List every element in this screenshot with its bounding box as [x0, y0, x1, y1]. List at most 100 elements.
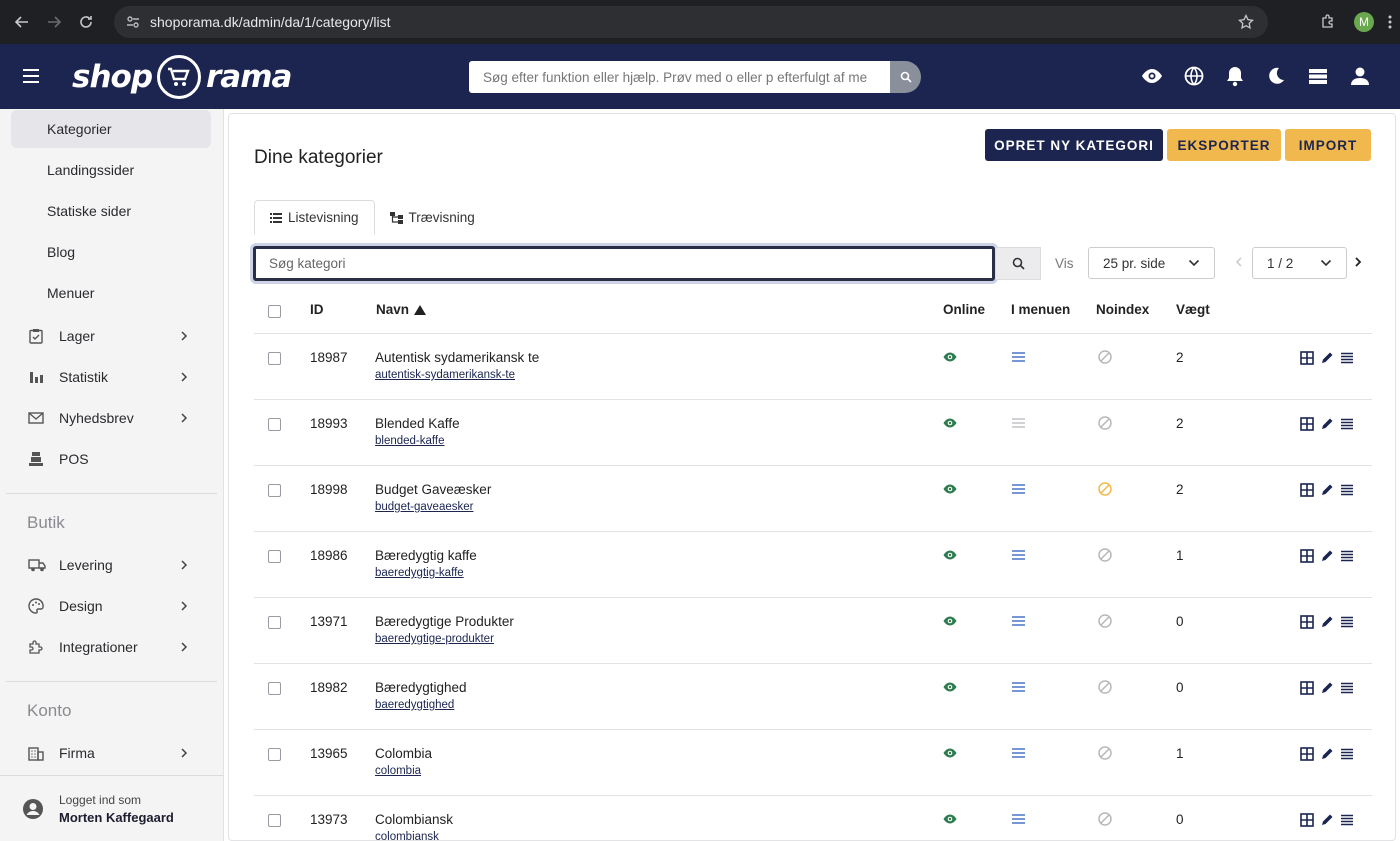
menu-lines-icon[interactable]	[1012, 682, 1025, 692]
noindex-block-icon[interactable]	[1098, 548, 1112, 562]
dark-mode-icon[interactable]	[1266, 65, 1286, 87]
row-slug-link[interactable]: baeredygtige-produkter	[375, 633, 494, 645]
row-slug-link[interactable]: colombia	[375, 765, 421, 777]
noindex-block-icon[interactable]	[1098, 614, 1112, 628]
grid-icon[interactable]	[1300, 813, 1314, 827]
sidebar-item-nyhedsbrev[interactable]: Nyhedsbrev	[0, 397, 223, 438]
noindex-block-icon[interactable]	[1098, 812, 1112, 826]
hamburger-menu-icon[interactable]	[20, 64, 42, 88]
sidebar-item-levering[interactable]: Levering	[0, 544, 223, 585]
row-checkbox[interactable]	[268, 352, 281, 365]
sidebar-item-landingssider[interactable]: Landingssider	[11, 151, 211, 189]
sidebar-item-pos[interactable]: POS	[0, 438, 223, 479]
sidebar-item-lager[interactable]: Lager	[0, 315, 223, 356]
edit-pencil-icon[interactable]	[1320, 615, 1334, 629]
row-checkbox[interactable]	[268, 484, 281, 497]
row-slug-link[interactable]: autentisk-sydamerikansk-te	[375, 369, 515, 381]
grid-icon[interactable]	[1300, 351, 1314, 365]
online-eye-icon[interactable]	[943, 813, 957, 825]
row-name[interactable]: Colombia	[375, 746, 432, 761]
header-noindex[interactable]: Noindex	[1096, 302, 1149, 317]
edit-pencil-icon[interactable]	[1320, 483, 1334, 497]
grid-icon[interactable]	[1300, 483, 1314, 497]
noindex-block-icon[interactable]	[1098, 746, 1112, 760]
sidebar-item-statistik[interactable]: Statistik	[0, 356, 223, 397]
reorder-lines-icon[interactable]	[1340, 681, 1354, 695]
edit-pencil-icon[interactable]	[1320, 813, 1334, 827]
per-page-select[interactable]: 25 pr. side	[1088, 247, 1215, 279]
row-checkbox[interactable]	[268, 748, 281, 761]
row-name[interactable]: Budget Gaveæsker	[375, 482, 491, 497]
menu-lines-icon[interactable]	[1012, 418, 1025, 428]
row-slug-link[interactable]: budget-gaveaesker	[375, 501, 473, 513]
menu-lines-icon[interactable]	[1012, 550, 1025, 560]
row-name[interactable]: Bæredygtighed	[375, 680, 467, 695]
header-menu[interactable]: I menuen	[1011, 302, 1070, 317]
reorder-lines-icon[interactable]	[1340, 351, 1354, 365]
sidebar-item-kategorier[interactable]: Kategorier	[11, 110, 211, 148]
row-checkbox[interactable]	[268, 418, 281, 431]
edit-pencil-icon[interactable]	[1320, 747, 1334, 761]
row-slug-link[interactable]: blended-kaffe	[375, 435, 444, 447]
sidebar-item-menuer[interactable]: Menuer	[11, 274, 211, 312]
row-checkbox[interactable]	[268, 616, 281, 629]
noindex-block-icon[interactable]	[1098, 482, 1112, 496]
header-id[interactable]: ID	[310, 302, 324, 317]
row-name[interactable]: Blended Kaffe	[375, 416, 460, 431]
row-checkbox[interactable]	[268, 814, 281, 827]
grid-icon[interactable]	[1300, 615, 1314, 629]
search-icon[interactable]	[995, 247, 1041, 280]
reorder-lines-icon[interactable]	[1340, 549, 1354, 563]
online-eye-icon[interactable]	[943, 483, 957, 495]
online-eye-icon[interactable]	[943, 549, 957, 561]
header-weight[interactable]: Vægt	[1176, 302, 1210, 317]
online-eye-icon[interactable]	[943, 681, 957, 693]
sidebar-item-statiske-sider[interactable]: Statiske sider	[11, 192, 211, 230]
edit-pencil-icon[interactable]	[1320, 417, 1334, 431]
online-eye-icon[interactable]	[943, 747, 957, 759]
sidebar-item-design[interactable]: Design	[0, 585, 223, 626]
back-icon[interactable]	[6, 6, 38, 38]
eye-icon[interactable]	[1141, 65, 1163, 87]
bookmark-star-icon[interactable]	[1238, 14, 1254, 30]
online-eye-icon[interactable]	[943, 417, 957, 429]
row-checkbox[interactable]	[268, 682, 281, 695]
grid-icon[interactable]	[1300, 549, 1314, 563]
row-slug-link[interactable]: baeredygtig-kaffe	[375, 567, 464, 579]
reload-icon[interactable]	[70, 6, 102, 38]
import-button[interactable]: IMPORT	[1285, 129, 1371, 161]
row-name[interactable]: Autentisk sydamerikansk te	[375, 350, 539, 365]
user-icon[interactable]	[1350, 65, 1370, 87]
header-online[interactable]: Online	[943, 302, 985, 317]
storage-icon[interactable]	[1307, 65, 1329, 87]
sidebar-item-integrationer[interactable]: Integrationer	[0, 626, 223, 667]
create-category-button[interactable]: OPRET NY KATEGORI	[985, 129, 1163, 161]
menu-lines-icon[interactable]	[1012, 748, 1025, 758]
row-checkbox[interactable]	[268, 550, 281, 563]
menu-lines-icon[interactable]	[1012, 616, 1025, 626]
forward-icon[interactable]	[38, 6, 70, 38]
row-name[interactable]: Bæredygtige Produkter	[375, 614, 514, 629]
logged-in-user[interactable]: Logget ind som Morten Kaffegaard	[0, 775, 223, 841]
menu-lines-icon[interactable]	[1012, 814, 1025, 824]
noindex-block-icon[interactable]	[1098, 350, 1112, 364]
header-name[interactable]: Navn	[376, 302, 427, 317]
select-all-checkbox[interactable]	[268, 305, 281, 318]
noindex-block-icon[interactable]	[1098, 416, 1112, 430]
menu-lines-icon[interactable]	[1012, 352, 1025, 362]
row-name[interactable]: Bæredygtig kaffe	[375, 548, 477, 563]
noindex-block-icon[interactable]	[1098, 680, 1112, 694]
category-search-input[interactable]	[253, 246, 995, 281]
edit-pencil-icon[interactable]	[1320, 351, 1334, 365]
tab-listevisning[interactable]: Listevisning	[254, 200, 375, 235]
sidebar-item-firma[interactable]: Firma	[0, 732, 223, 773]
address-bar[interactable]: shoporama.dk/admin/da/1/category/list	[114, 6, 1268, 38]
reorder-lines-icon[interactable]	[1340, 813, 1354, 827]
online-eye-icon[interactable]	[943, 615, 957, 627]
globe-icon[interactable]	[1184, 65, 1204, 87]
search-icon[interactable]	[890, 61, 921, 93]
export-button[interactable]: EKSPORTER	[1167, 129, 1281, 161]
reorder-lines-icon[interactable]	[1340, 483, 1354, 497]
site-settings-icon[interactable]	[126, 15, 140, 29]
edit-pencil-icon[interactable]	[1320, 681, 1334, 695]
